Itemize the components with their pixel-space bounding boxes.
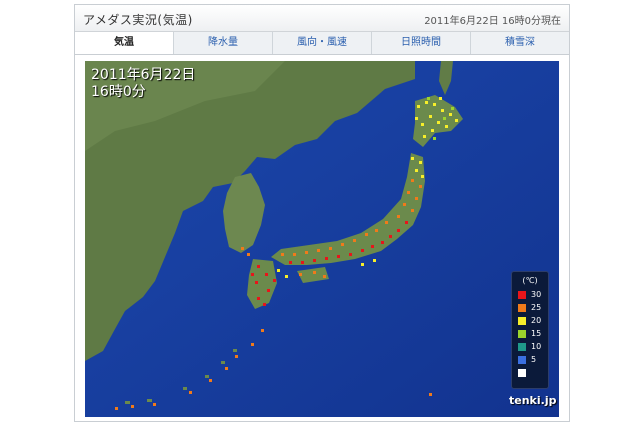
observation-timestamp: 2011年6月22日 16時0分現在 <box>424 16 561 27</box>
map-date-label: 2011年6月22日 16時0分 <box>91 67 195 101</box>
legend-label: 25 <box>531 303 542 312</box>
legend-label: 5 <box>531 355 537 364</box>
legend-label: 15 <box>531 329 542 338</box>
legend-label: 10 <box>531 342 542 351</box>
tab-bar: 気温 降水量 風向・風速 日照時間 積雪深 <box>75 32 569 55</box>
legend-swatch <box>518 369 526 377</box>
legend-swatch <box>518 356 526 364</box>
tab-sunshine[interactable]: 日照時間 <box>371 32 470 54</box>
legend-swatch <box>518 304 526 312</box>
legend-swatch <box>518 317 526 325</box>
amedas-panel: アメダス実況(気温) 2011年6月22日 16時0分現在 気温 降水量 風向・… <box>74 4 570 422</box>
map-time: 16時0分 <box>91 84 146 100</box>
legend-label: 30 <box>531 290 542 299</box>
temperature-map: 2011年6月22日 16時0分 (℃) 30 25 20 15 10 5 te… <box>85 61 559 417</box>
tab-snow-depth[interactable]: 積雪深 <box>470 32 569 54</box>
legend-unit: (℃) <box>522 276 538 285</box>
map-date: 2011年6月22日 <box>91 67 196 83</box>
legend-swatch <box>518 330 526 338</box>
panel-title: アメダス実況(気温) <box>83 13 193 27</box>
tab-precipitation[interactable]: 降水量 <box>173 32 272 54</box>
tab-temperature[interactable]: 気温 <box>75 32 173 54</box>
tenki-logo[interactable]: tenki.jp <box>509 394 556 407</box>
panel-header: アメダス実況(気温) 2011年6月22日 16時0分現在 <box>75 5 569 32</box>
temperature-legend: (℃) 30 25 20 15 10 5 <box>511 271 549 389</box>
map-background <box>85 61 559 417</box>
legend-swatch <box>518 343 526 351</box>
legend-swatch <box>518 291 526 299</box>
legend-label: 20 <box>531 316 542 325</box>
tab-wind[interactable]: 風向・風速 <box>272 32 371 54</box>
